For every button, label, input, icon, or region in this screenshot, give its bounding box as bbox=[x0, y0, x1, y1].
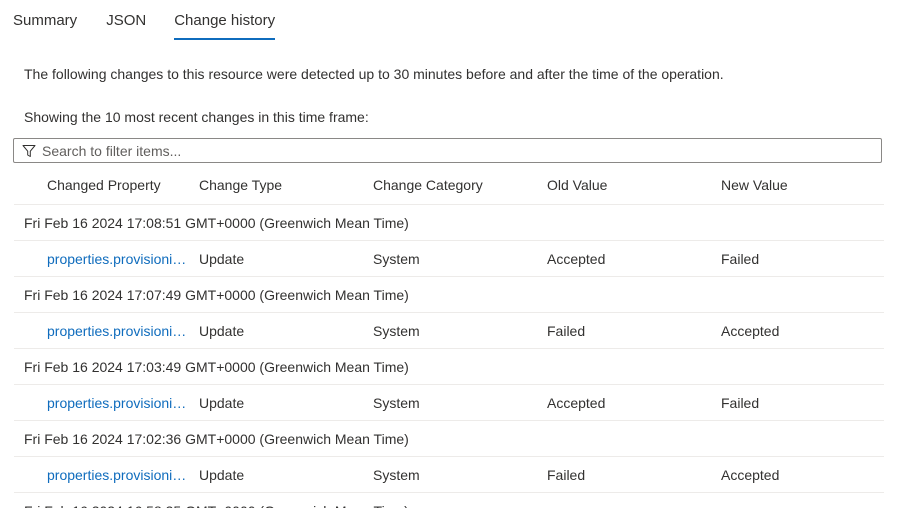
column-header-new-value[interactable]: New Value bbox=[721, 166, 788, 204]
table-row[interactable]: properties.provisioningState Update Syst… bbox=[14, 241, 884, 277]
change-category-cell: System bbox=[373, 323, 420, 339]
group-header[interactable]: Fri Feb 16 2024 17:08:51 GMT+0000 (Green… bbox=[14, 205, 884, 241]
column-header-old-value[interactable]: Old Value bbox=[547, 166, 607, 204]
old-value-cell: Accepted bbox=[547, 251, 606, 267]
changes-grid: Changed Property Change Type Change Cate… bbox=[14, 166, 884, 508]
search-input[interactable] bbox=[42, 140, 881, 161]
change-type-cell: Update bbox=[199, 251, 245, 267]
group-timestamp: Fri Feb 16 2024 17:07:49 GMT+0000 (Green… bbox=[24, 287, 409, 303]
group-timestamp: Fri Feb 16 2024 16:58:35 GMT+0000 (Green… bbox=[24, 493, 409, 508]
filter-icon bbox=[21, 143, 37, 159]
change-type-cell: Update bbox=[199, 323, 245, 339]
tab-change-history[interactable]: Change history bbox=[174, 0, 275, 40]
column-header-change-category[interactable]: Change Category bbox=[373, 166, 483, 204]
old-value-cell: Accepted bbox=[547, 395, 606, 411]
changed-property-link[interactable]: properties.provisioningState bbox=[47, 457, 187, 493]
change-type-cell: Update bbox=[199, 395, 245, 411]
changed-property-link[interactable]: properties.provisioningState bbox=[47, 313, 187, 349]
change-type-cell: Update bbox=[199, 467, 245, 483]
column-header-changed-property[interactable]: Changed Property bbox=[47, 166, 161, 204]
group-timestamp: Fri Feb 16 2024 17:02:36 GMT+0000 (Green… bbox=[24, 431, 409, 447]
new-value-cell: Accepted bbox=[721, 323, 780, 339]
group-header[interactable]: Fri Feb 16 2024 16:58:35 GMT+0000 (Green… bbox=[14, 493, 884, 508]
change-history-panel: Summary JSON Change history The followin… bbox=[0, 0, 910, 508]
tab-json[interactable]: JSON bbox=[106, 0, 146, 40]
column-header-change-type[interactable]: Change Type bbox=[199, 166, 282, 204]
showing-text: Showing the 10 most recent changes in th… bbox=[24, 109, 369, 125]
table-row[interactable]: properties.provisioningState Update Syst… bbox=[14, 385, 884, 421]
tab-bar: Summary JSON Change history bbox=[0, 0, 275, 42]
search-box[interactable] bbox=[13, 138, 882, 163]
grid-header: Changed Property Change Type Change Cate… bbox=[14, 166, 884, 205]
old-value-cell: Failed bbox=[547, 323, 586, 339]
new-value-cell: Accepted bbox=[721, 467, 780, 483]
new-value-cell: Failed bbox=[721, 251, 760, 267]
new-value-cell: Failed bbox=[721, 395, 760, 411]
old-value-cell: Failed bbox=[547, 467, 586, 483]
group-timestamp: Fri Feb 16 2024 17:08:51 GMT+0000 (Green… bbox=[24, 215, 409, 231]
change-category-cell: System bbox=[373, 467, 420, 483]
changed-property-link[interactable]: properties.provisioningState bbox=[47, 385, 187, 421]
table-row[interactable]: properties.provisioningState Update Syst… bbox=[14, 457, 884, 493]
tab-summary[interactable]: Summary bbox=[13, 0, 77, 40]
group-header[interactable]: Fri Feb 16 2024 17:03:49 GMT+0000 (Green… bbox=[14, 349, 884, 385]
group-header[interactable]: Fri Feb 16 2024 17:07:49 GMT+0000 (Green… bbox=[14, 277, 884, 313]
table-row[interactable]: properties.provisioningState Update Syst… bbox=[14, 313, 884, 349]
intro-text: The following changes to this resource w… bbox=[24, 66, 724, 82]
group-header[interactable]: Fri Feb 16 2024 17:02:36 GMT+0000 (Green… bbox=[14, 421, 884, 457]
change-category-cell: System bbox=[373, 251, 420, 267]
change-category-cell: System bbox=[373, 395, 420, 411]
group-timestamp: Fri Feb 16 2024 17:03:49 GMT+0000 (Green… bbox=[24, 359, 409, 375]
changed-property-link[interactable]: properties.provisioningState bbox=[47, 241, 187, 277]
